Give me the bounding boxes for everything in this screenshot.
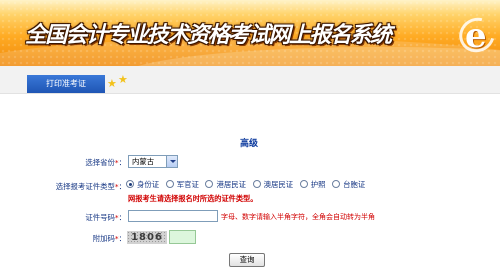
radio-icon[interactable] xyxy=(299,180,308,188)
query-button[interactable]: 查询 xyxy=(229,253,265,267)
radio-icon[interactable] xyxy=(332,180,341,188)
doc-type-option-passport[interactable]: 护照 xyxy=(299,179,326,190)
captcha-input[interactable] xyxy=(169,230,196,244)
province-label: 选择省份*： xyxy=(85,158,126,167)
doc-number-hint: 字母、数字请输入半角字符，全角会自动转为半角 xyxy=(221,213,375,221)
header-banner: 全国会计专业技术资格考试网上报名系统 e xyxy=(0,0,500,66)
province-select-value: 内蒙古 xyxy=(132,157,155,166)
nav-bar: 打印准考证 ★ ★ xyxy=(0,66,500,94)
province-select[interactable]: 内蒙古 xyxy=(128,155,178,168)
star-icon: ★ xyxy=(107,77,117,90)
doc-type-warning: 网报考生请选择报名时所选的证件类型。 xyxy=(128,194,258,203)
radio-icon[interactable] xyxy=(165,180,174,188)
section-title: 高级 xyxy=(240,139,259,149)
radio-icon[interactable] xyxy=(252,180,261,188)
chevron-down-icon[interactable] xyxy=(166,156,177,167)
doc-type-option-macau-permit[interactable]: 澳居民证 xyxy=(252,179,293,190)
doc-type-option-id-card[interactable]: 身份证 xyxy=(126,179,159,190)
captcha-label: 附加码*： xyxy=(92,234,126,243)
doc-type-option-hk-permit[interactable]: 港居民证 xyxy=(205,179,246,190)
doc-type-option-military[interactable]: 军官证 xyxy=(165,179,199,190)
radio-icon[interactable] xyxy=(126,180,134,188)
tab-print-admission-ticket[interactable]: 打印准考证 xyxy=(27,75,105,93)
doc-type-radio-group: 身份证 军官证 港居民证 澳居民证 护照 台胞证 xyxy=(126,179,369,190)
captcha-image[interactable]: 1806 xyxy=(127,231,167,244)
doc-type-label: 选择报考证件类型*： xyxy=(55,182,126,191)
doc-type-option-taiwan-permit[interactable]: 台胞证 xyxy=(332,179,365,190)
e-logo-icon: e xyxy=(452,11,500,59)
doc-number-label: 证件号码*： xyxy=(85,213,126,222)
radio-icon[interactable] xyxy=(205,180,214,188)
site-title: 全国会计专业技术资格考试网上报名系统 xyxy=(25,22,392,48)
star-icon: ★ xyxy=(118,73,128,86)
doc-number-input[interactable] xyxy=(128,210,218,222)
